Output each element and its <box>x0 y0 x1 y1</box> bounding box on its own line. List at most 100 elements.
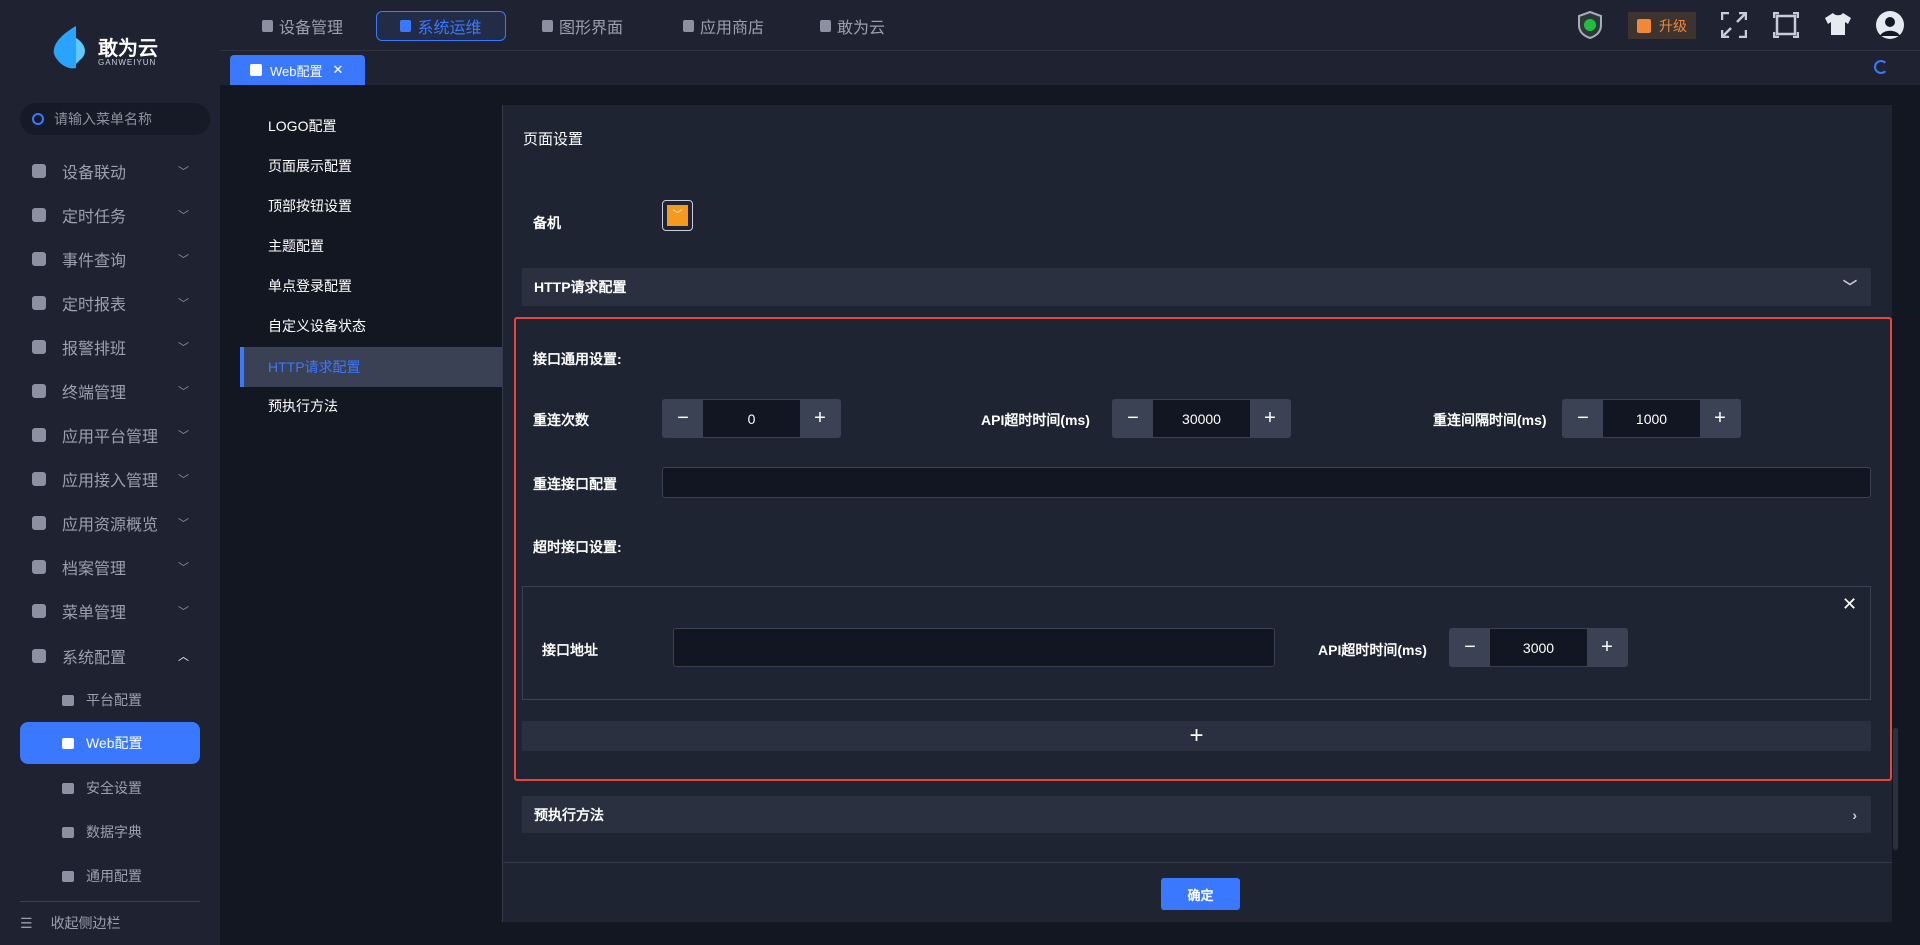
user-avatar[interactable] <box>1876 11 1904 39</box>
nav-app-store[interactable]: 应用商店 <box>673 11 774 41</box>
theme-shirt-icon[interactable] <box>1824 12 1852 36</box>
sidebar-item-label: 设备联动 <box>62 165 127 182</box>
nav-label: 设备管理 <box>279 20 344 37</box>
collapse-label: 收起侧边栏 <box>50 915 121 931</box>
sidebar-item-system-config[interactable]: 系统配置 ︿ <box>0 634 220 678</box>
nav-label: 应用商店 <box>700 20 765 37</box>
chevron-down-icon: ﹀ <box>178 342 189 354</box>
http-config-collapse-header[interactable]: HTTP请求配置 ﹀ <box>522 268 1871 306</box>
refresh-icon[interactable] <box>1874 60 1888 74</box>
retry-count-value[interactable]: 0 <box>703 400 800 437</box>
config-nav-label: 顶部按钮设置 <box>268 198 352 214</box>
chevron-down-icon: ﹀ <box>178 474 189 486</box>
confirm-label: 确定 <box>1187 887 1214 903</box>
sidebar-item-app-access[interactable]: 应用接入管理 ﹀ <box>0 457 220 501</box>
sidebar-item-scheduled-tasks[interactable]: 定时任务 ﹀ <box>0 193 220 237</box>
api-timeout-value[interactable]: 30000 <box>1153 400 1250 437</box>
retry-interval-value[interactable]: 1000 <box>1603 400 1700 437</box>
endpoint-timeout-value[interactable]: 3000 <box>1490 629 1587 666</box>
sidebar-subitem-web-config[interactable]: Web配置 <box>20 722 200 764</box>
sidebar-item-app-resources[interactable]: 应用资源概览 ﹀ <box>0 501 220 545</box>
tab-web-config[interactable]: Web配置 ✕ <box>230 55 365 85</box>
decrement-button[interactable]: − <box>663 400 703 437</box>
sidebar-item-archives[interactable]: 档案管理 ﹀ <box>0 545 220 589</box>
sidebar-item-label: 定时任务 <box>62 209 127 226</box>
home-icon <box>32 472 46 486</box>
nav-device-management[interactable]: 设备管理 <box>252 11 353 41</box>
chevron-up-icon: ︿ <box>178 651 189 663</box>
sidebar-subitem-general[interactable]: 通用配置 <box>20 855 200 897</box>
config-nav-http[interactable]: HTTP请求配置 <box>240 347 502 387</box>
menu-icon <box>32 604 46 618</box>
increment-button[interactable]: + <box>1700 400 1740 437</box>
platform-icon <box>62 694 74 706</box>
sidebar-item-scheduled-reports[interactable]: 定时报表 ﹀ <box>0 281 220 325</box>
timeout-settings-title: 超时接口设置: <box>533 539 622 555</box>
increment-button[interactable]: + <box>1587 629 1627 666</box>
scrollbar[interactable] <box>1893 728 1898 850</box>
sidebar-subitem-dictionary[interactable]: 数据字典 <box>20 811 200 853</box>
increment-button[interactable]: + <box>1250 400 1290 437</box>
subitem-label: 安全设置 <box>86 780 142 796</box>
menu-search-input[interactable]: 请输入菜单名称 <box>20 103 210 135</box>
config-nav-label: 单点登录配置 <box>268 278 352 294</box>
collapse-icon: ☰ <box>20 914 33 931</box>
config-nav-logo[interactable]: LOGO配置 <box>240 106 502 146</box>
config-nav-page-display[interactable]: 页面展示配置 <box>240 146 502 186</box>
api-timeout-stepper[interactable]: −30000 + <box>1112 399 1291 438</box>
chevron-down-icon: ﹀ <box>178 386 189 398</box>
sidebar-item-terminal[interactable]: 终端管理 ﹀ <box>0 369 220 413</box>
nav-system-ops[interactable]: 系统运维 <box>376 11 506 41</box>
pre-exec-collapse-header[interactable]: 预执行方法 › <box>522 796 1871 833</box>
calendar-icon <box>32 340 46 354</box>
chevron-down-icon: ﹀ <box>178 430 189 442</box>
config-nav-theme[interactable]: 主题配置 <box>240 226 502 266</box>
endpoint-timeout-stepper[interactable]: −3000 + <box>1449 628 1628 667</box>
plus-icon: + <box>1189 722 1204 749</box>
terminal-icon <box>32 384 46 398</box>
config-nav-top-buttons[interactable]: 顶部按钮设置 <box>240 186 502 226</box>
confirm-button[interactable]: 确定 <box>1161 878 1240 910</box>
decrement-button[interactable]: − <box>1563 400 1603 437</box>
add-endpoint-button[interactable]: + <box>522 721 1871 751</box>
standby-dropdown[interactable]: ﹀ <box>662 200 693 231</box>
chevron-down-icon: ﹀ <box>667 205 688 226</box>
retry-count-stepper[interactable]: −0 + <box>662 399 841 438</box>
config-nav-sso[interactable]: 单点登录配置 <box>240 266 502 306</box>
config-nav-device-status[interactable]: 自定义设备状态 <box>240 306 502 346</box>
sidebar-item-event-query[interactable]: 事件查询 ﹀ <box>0 237 220 281</box>
sidebar-subitem-platform-config[interactable]: 平台配置 <box>20 679 200 721</box>
config-nav-label: HTTP请求配置 <box>268 359 361 375</box>
collapse-sidebar-button[interactable]: ☰ 收起侧边栏 <box>20 912 121 934</box>
increment-button[interactable]: + <box>800 400 840 437</box>
close-tab-icon[interactable]: ✕ <box>333 62 344 78</box>
section-title: HTTP请求配置 <box>534 279 627 295</box>
nav-graphics[interactable]: 图形界面 <box>532 11 633 41</box>
sidebar-item-menu-management[interactable]: 菜单管理 ﹀ <box>0 589 220 633</box>
search-placeholder: 请输入菜单名称 <box>54 111 152 127</box>
sidebar-item-label: 系统配置 <box>62 650 127 667</box>
retry-interval-stepper[interactable]: −1000 + <box>1562 399 1741 438</box>
retry-count-label: 重连次数 <box>533 412 589 428</box>
upgrade-button[interactable]: 升级 <box>1628 12 1696 39</box>
nav-ganweiyun[interactable]: 敢为云 <box>810 11 895 41</box>
endpoint-input[interactable] <box>673 628 1275 667</box>
sidebar-item-label: 定时报表 <box>62 297 127 314</box>
chevron-down-icon: ﹀ <box>178 254 189 266</box>
remove-endpoint-close-icon[interactable]: ✕ <box>1842 594 1857 615</box>
config-nav-label: LOGO配置 <box>268 118 337 134</box>
sidebar-item-app-platform[interactable]: 应用平台管理 ﹀ <box>0 413 220 457</box>
chevron-down-icon: ﹀ <box>178 562 189 574</box>
screen-frame-icon[interactable] <box>1773 12 1799 38</box>
decrement-button[interactable]: − <box>1113 400 1153 437</box>
chevron-down-icon: ﹀ <box>178 210 189 222</box>
sidebar-subitem-security[interactable]: 安全设置 <box>20 767 200 809</box>
sidebar-item-alarm-schedule[interactable]: 报警排班 ﹀ <box>0 325 220 369</box>
fullscreen-icon[interactable] <box>1721 12 1747 38</box>
security-shield-icon[interactable] <box>1578 11 1602 39</box>
footer-divider <box>502 862 1892 863</box>
retry-api-input[interactable] <box>662 467 1871 498</box>
sidebar-item-device-linkage[interactable]: 设备联动 ﹀ <box>0 149 220 193</box>
decrement-button[interactable]: − <box>1450 629 1490 666</box>
config-nav-pre-exec[interactable]: 预执行方法 <box>240 386 502 426</box>
